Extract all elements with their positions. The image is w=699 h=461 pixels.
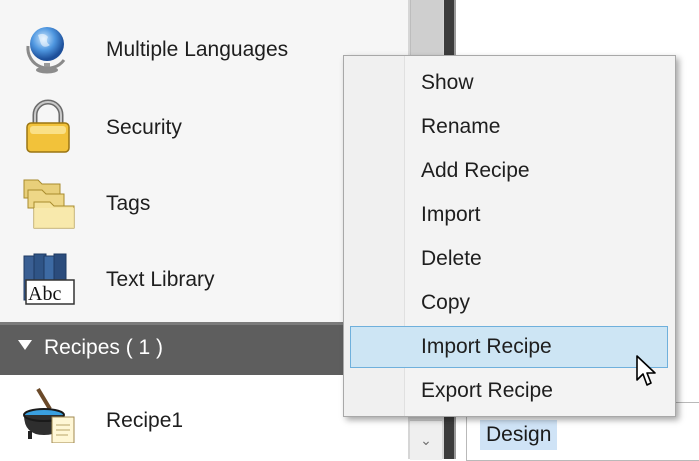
menu-item-add-recipe[interactable]: Add Recipe (350, 150, 668, 192)
menu-item-import-recipe[interactable]: Import Recipe (350, 326, 668, 368)
menu-item-label: Show (421, 71, 474, 94)
nav-item-label: Tags (106, 192, 151, 215)
menu-item-label: Import (421, 203, 481, 226)
tab-design[interactable]: Design (480, 420, 558, 450)
menu-item-label: Import Recipe (421, 335, 552, 358)
menu-item-export-recipe[interactable]: Export Recipe (350, 370, 668, 412)
cauldron-icon (23, 387, 75, 443)
recipe-label: Recipe1 (106, 409, 184, 432)
menu-item-copy[interactable]: Copy (350, 282, 668, 324)
menu-item-label: Add Recipe (421, 159, 530, 182)
padlock-icon (26, 99, 70, 153)
text-library-icon: Abc (23, 253, 75, 305)
section-title: Recipes ( 1 ) (44, 336, 164, 359)
nav-item-label: Text Library (106, 268, 215, 291)
folders-icon (23, 179, 75, 229)
menu-item-show[interactable]: Show (350, 62, 668, 104)
nav-item-label: Multiple Languages (106, 38, 289, 61)
mouse-cursor-icon (636, 355, 656, 386)
menu-item-label: Rename (421, 115, 501, 138)
menu-item-delete[interactable]: Delete (350, 238, 668, 280)
nav-item-label: Security (106, 116, 182, 139)
menu-item-label: Delete (421, 247, 482, 270)
menu-item-import[interactable]: Import (350, 194, 668, 236)
expand-arrow-icon[interactable] (18, 340, 32, 350)
globe-icon (26, 27, 66, 74)
context-menu: Show Rename Add Recipe Import Delete Cop… (343, 55, 676, 417)
scroll-down-button[interactable]: ⌄ (410, 420, 442, 460)
menu-item-label: Export Recipe (421, 379, 553, 402)
svg-text:Abc: Abc (28, 283, 61, 305)
menu-item-rename[interactable]: Rename (350, 106, 668, 148)
menu-item-label: Copy (421, 291, 471, 314)
